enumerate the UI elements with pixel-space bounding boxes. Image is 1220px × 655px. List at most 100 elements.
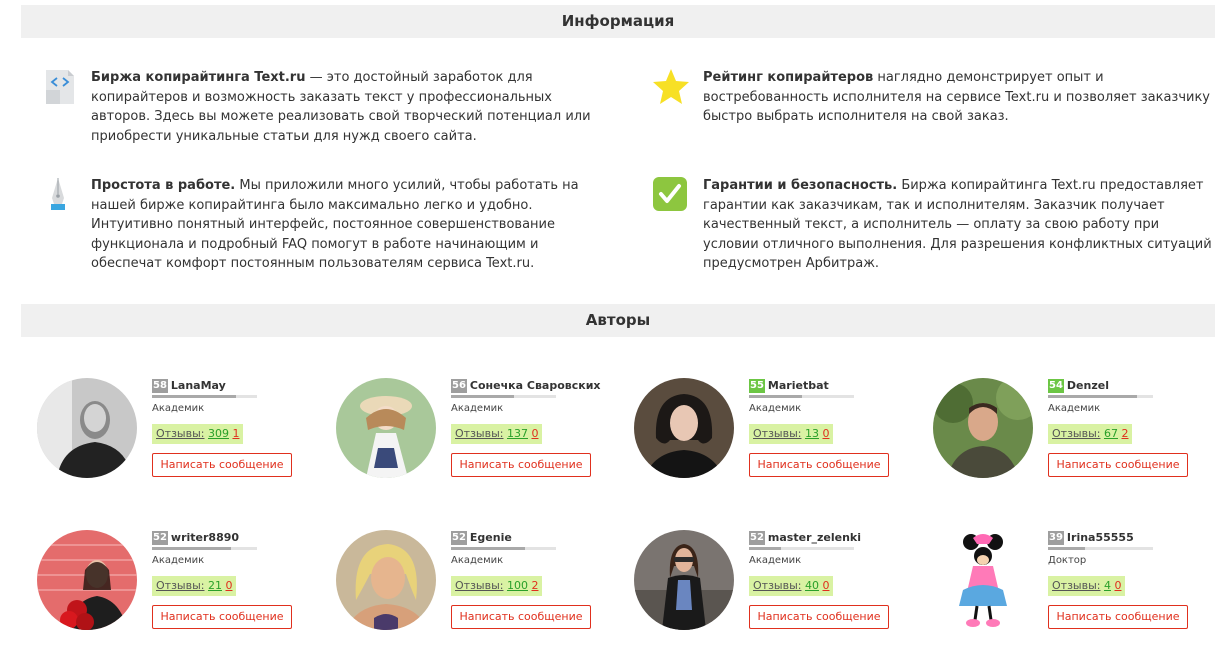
reviews-link[interactable]: Отзывы: [156, 579, 204, 592]
author-card: 52 master_zelenki Академик Отзывы: 40 0 Н… [634, 530, 924, 640]
reviews-link[interactable]: Отзывы: [156, 427, 204, 440]
level-badge: 39 [1048, 530, 1064, 545]
reviews-link[interactable]: Отзывы: [1052, 579, 1100, 592]
negative-reviews-link[interactable]: 0 [225, 579, 232, 592]
reviews-box: Отзывы: 309 1 [152, 424, 244, 444]
avatar[interactable] [634, 530, 734, 630]
positive-reviews-link[interactable]: 4 [1104, 579, 1111, 592]
avatar[interactable] [37, 378, 137, 478]
rating-progress-bar [1048, 395, 1153, 398]
info-text-simplicity: Простота в работе. Мы приложили много ус… [91, 176, 606, 274]
checkmark-icon [652, 176, 688, 216]
level-badge: 52 [451, 530, 467, 545]
level-badge: 56 [451, 378, 467, 393]
info-text-guarantee: Гарантии и безопасность. Биржа копирайти… [703, 176, 1213, 274]
author-card: 52 Egenie Академик Отзывы: 100 2 Написать… [336, 530, 626, 640]
write-message-button[interactable]: Написать сообщение [152, 605, 292, 629]
author-status: Доктор [1048, 555, 1087, 566]
rating-progress-bar [1048, 547, 1153, 550]
reviews-box: Отзывы: 137 0 [451, 424, 543, 444]
write-message-button[interactable]: Написать сообщение [152, 453, 292, 477]
positive-reviews-link[interactable]: 309 [208, 427, 229, 440]
author-name[interactable]: Marietbat [768, 379, 829, 392]
avatar[interactable] [933, 378, 1033, 478]
info-bold-exchange: Биржа копирайтинга Text.ru [91, 70, 306, 85]
info-text-rating: Рейтинг копирайтеров наглядно демонстрир… [703, 68, 1213, 127]
write-message-button[interactable]: Написать сообщение [749, 605, 889, 629]
info-bold-rating: Рейтинг копирайтеров [703, 70, 874, 85]
author-name[interactable]: Сонечка Сваровских [470, 379, 601, 392]
write-message-button[interactable]: Написать сообщение [451, 605, 591, 629]
write-message-button[interactable]: Написать сообщение [451, 453, 591, 477]
rating-progress-bar [749, 547, 854, 550]
level-badge: 55 [749, 378, 765, 393]
author-card: 56 Сонечка Сваровских Академик Отзывы: 13… [336, 378, 626, 488]
level-badge: 52 [152, 530, 168, 545]
author-name[interactable]: Egenie [470, 531, 512, 544]
author-name[interactable]: Denzel [1067, 379, 1109, 392]
reviews-box: Отзывы: 4 0 [1048, 576, 1126, 596]
positive-reviews-link[interactable]: 13 [805, 427, 819, 440]
info-text-exchange: Биржа копирайтинга Text.ru — это достойн… [91, 68, 591, 146]
reviews-box: Отзывы: 13 0 [749, 424, 834, 444]
positive-reviews-link[interactable]: 137 [507, 427, 528, 440]
reviews-link[interactable]: Отзывы: [455, 427, 503, 440]
reviews-link[interactable]: Отзывы: [753, 579, 801, 592]
star-icon [652, 68, 689, 108]
info-item-simplicity: Простота в работе. Мы приложили много ус… [44, 176, 604, 276]
code-document-icon [44, 68, 80, 108]
reviews-link[interactable]: Отзывы: [753, 427, 801, 440]
level-badge: 58 [152, 378, 168, 393]
info-item-exchange: Биржа копирайтинга Text.ru — это достойн… [44, 68, 604, 148]
reviews-box: Отзывы: 67 2 [1048, 424, 1133, 444]
rating-progress-bar [451, 395, 556, 398]
rating-progress-bar [152, 395, 257, 398]
info-item-rating: Рейтинг копирайтеров наглядно демонстрир… [652, 68, 1212, 128]
positive-reviews-link[interactable]: 40 [805, 579, 819, 592]
author-status: Академик [451, 403, 504, 414]
info-bold-guarantee: Гарантии и безопасность. [703, 178, 898, 193]
rating-progress-bar [451, 547, 556, 550]
write-message-button[interactable]: Написать сообщение [749, 453, 889, 477]
positive-reviews-link[interactable]: 21 [208, 579, 222, 592]
reviews-box: Отзывы: 40 0 [749, 576, 834, 596]
author-status: Академик [749, 555, 802, 566]
author-name[interactable]: LanaMay [171, 379, 226, 392]
negative-reviews-link[interactable]: 0 [1114, 579, 1121, 592]
write-message-button[interactable]: Написать сообщение [1048, 453, 1188, 477]
reviews-box: Отзывы: 100 2 [451, 576, 543, 596]
author-status: Академик [152, 403, 205, 414]
author-card: 54 Denzel Академик Отзывы: 67 2 Написать … [933, 378, 1220, 488]
reviews-link[interactable]: Отзывы: [1052, 427, 1100, 440]
negative-reviews-link[interactable]: 0 [531, 427, 538, 440]
avatar[interactable] [634, 378, 734, 478]
author-name[interactable]: writer8890 [171, 531, 239, 544]
author-card: 39 Irina55555 Доктор Отзывы: 4 0 Написать… [933, 530, 1220, 640]
reviews-link[interactable]: Отзывы: [455, 579, 503, 592]
rating-progress-bar [152, 547, 257, 550]
reviews-box: Отзывы: 21 0 [152, 576, 237, 596]
positive-reviews-link[interactable]: 67 [1104, 427, 1118, 440]
author-name[interactable]: master_zelenki [768, 531, 861, 544]
negative-reviews-link[interactable]: 2 [531, 579, 538, 592]
negative-reviews-link[interactable]: 0 [822, 427, 829, 440]
level-badge: 54 [1048, 378, 1064, 393]
avatar[interactable] [933, 530, 1033, 630]
author-name[interactable]: Irina55555 [1067, 531, 1134, 544]
positive-reviews-link[interactable]: 100 [507, 579, 528, 592]
author-card: 52 writer8890 Академик Отзывы: 21 0 Напис… [37, 530, 327, 640]
author-status: Академик [749, 403, 802, 414]
author-status: Академик [451, 555, 504, 566]
level-badge: 52 [749, 530, 765, 545]
avatar[interactable] [336, 378, 436, 478]
avatar[interactable] [37, 530, 137, 630]
author-card: 58 LanaMay Академик Отзывы: 309 1 Написат… [37, 378, 327, 488]
authors-section-title: Авторы [21, 304, 1215, 337]
negative-reviews-link[interactable]: 1 [232, 427, 239, 440]
info-bold-simplicity: Простота в работе. [91, 178, 236, 193]
negative-reviews-link[interactable]: 0 [822, 579, 829, 592]
avatar[interactable] [336, 530, 436, 630]
negative-reviews-link[interactable]: 2 [1121, 427, 1128, 440]
author-status: Академик [1048, 403, 1101, 414]
write-message-button[interactable]: Написать сообщение [1048, 605, 1188, 629]
